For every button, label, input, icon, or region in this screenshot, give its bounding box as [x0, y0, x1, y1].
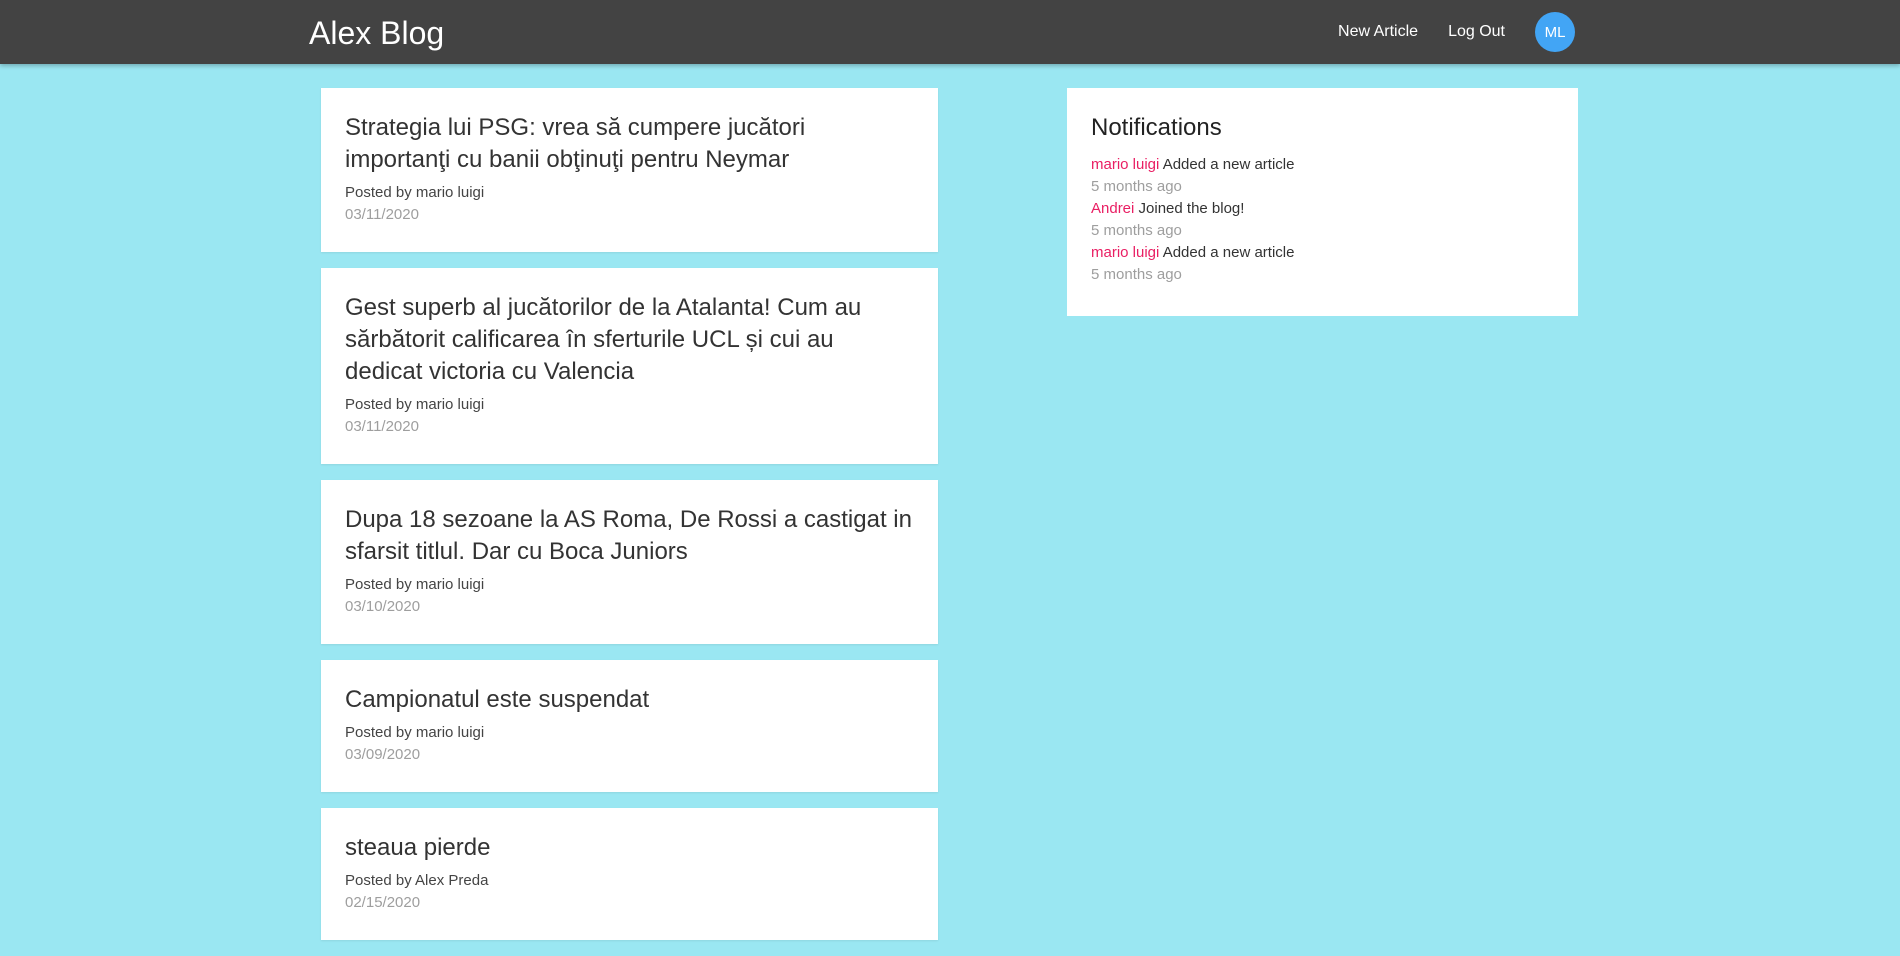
nav-links: New Article Log Out ML: [1338, 0, 1575, 64]
notification-time: 5 months ago: [1091, 178, 1182, 195]
article-list: Strategia lui PSG: vrea să cumpere jucăt…: [321, 88, 938, 956]
top-navbar: Alex Blog New Article Log Out ML: [0, 0, 1900, 64]
article-date: 03/11/2020: [345, 418, 419, 435]
article-author: Posted by mario luigi: [345, 724, 485, 741]
article-card[interactable]: Campionatul este suspendat Posted by mar…: [321, 660, 938, 792]
notifications-panel: Notifications mario luigi Added a new ar…: [1067, 88, 1578, 316]
article-title[interactable]: steaua pierde: [345, 832, 914, 864]
article-author: Posted by mario luigi: [345, 184, 485, 201]
article-title[interactable]: Dupa 18 sezoane la AS Roma, De Rossi a c…: [345, 504, 914, 568]
article-author: Posted by mario luigi: [345, 576, 485, 593]
notification-time: 5 months ago: [1091, 266, 1182, 283]
new-article-link[interactable]: New Article: [1338, 23, 1418, 41]
article-author: Posted by Alex Preda: [345, 872, 489, 889]
article-title[interactable]: Campionatul este suspendat: [345, 684, 914, 716]
notification-line: mario luigi Added a new article: [1091, 242, 1554, 264]
notification-action: Added a new article: [1162, 244, 1295, 261]
notification-item: Andrei Joined the blog! 5 months ago: [1091, 198, 1554, 242]
notification-user: mario luigi: [1091, 244, 1160, 261]
article-author: Posted by mario luigi: [345, 396, 485, 413]
notification-user: Andrei: [1091, 200, 1135, 217]
user-avatar[interactable]: ML: [1535, 12, 1575, 52]
notification-time: 5 months ago: [1091, 222, 1182, 239]
article-card[interactable]: Dupa 18 sezoane la AS Roma, De Rossi a c…: [321, 480, 938, 644]
article-card[interactable]: steaua pierde Posted by Alex Preda 02/15…: [321, 808, 938, 940]
article-date: 02/15/2020: [345, 894, 421, 911]
article-date: 03/10/2020: [345, 598, 421, 615]
article-title[interactable]: Strategia lui PSG: vrea să cumpere jucăt…: [345, 112, 914, 176]
article-card[interactable]: Gest superb al jucătorilor de la Atalant…: [321, 268, 938, 464]
article-card[interactable]: Strategia lui PSG: vrea să cumpere jucăt…: [321, 88, 938, 252]
log-out-link[interactable]: Log Out: [1448, 23, 1505, 41]
article-date: 03/11/2020: [345, 206, 419, 223]
notification-user: mario luigi: [1091, 156, 1160, 173]
article-title[interactable]: Gest superb al jucătorilor de la Atalant…: [345, 292, 914, 388]
article-date: 03/09/2020: [345, 746, 421, 763]
notification-line: mario luigi Added a new article: [1091, 154, 1554, 176]
notification-item: mario luigi Added a new article 5 months…: [1091, 154, 1554, 198]
brand-logo-link[interactable]: Alex Blog: [309, 13, 444, 53]
notifications-title: Notifications: [1091, 114, 1222, 141]
notification-action: Added a new article: [1162, 156, 1295, 173]
notification-item: mario luigi Added a new article 5 months…: [1091, 242, 1554, 286]
notification-line: Andrei Joined the blog!: [1091, 198, 1554, 220]
notification-action: Joined the blog!: [1138, 200, 1245, 217]
